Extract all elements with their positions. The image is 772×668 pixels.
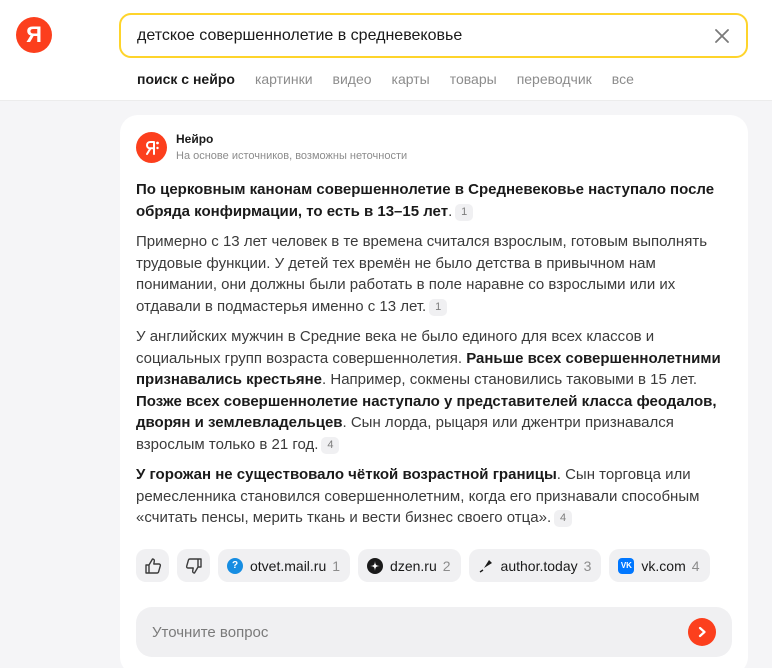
answer-paragraph-3: У английских мужчин в Средние века не бы… — [136, 328, 721, 454]
answer-text: По церковным канонам совершеннолетие в С… — [136, 179, 736, 538]
neuro-logo-icon — [136, 132, 167, 163]
vk-icon: VK — [618, 557, 635, 574]
neuro-subtitle: На основе источников, возможны неточност… — [176, 150, 408, 162]
pen-icon — [478, 558, 494, 574]
citation-ref[interactable]: 4 — [554, 510, 573, 527]
answer-paragraph-1: По церковным канонам совершеннолетие в С… — [136, 181, 715, 221]
source-chip-vk[interactable]: VK vk.com 4 — [609, 549, 710, 582]
source-chip-dzen[interactable]: dzen.ru 2 — [358, 549, 461, 582]
tab-neuro[interactable]: поиск с нейро — [137, 71, 235, 87]
mail-ru-icon: ? — [227, 557, 243, 574]
thumbs-down-icon — [185, 557, 202, 574]
like-button[interactable] — [136, 549, 169, 582]
search-input[interactable] — [137, 26, 710, 45]
followup-input[interactable] — [152, 623, 688, 641]
tab-video[interactable]: видео — [333, 71, 372, 87]
source-chip-otvet-mail[interactable]: ? otvet.mail.ru 1 — [218, 549, 351, 582]
sources-fade — [728, 545, 748, 585]
dzen-icon — [367, 557, 384, 574]
thumbs-up-icon — [144, 557, 161, 574]
answer-paragraph-4: У горожан не существовало чёткой возраст… — [136, 466, 700, 527]
search-tabs: поиск с нейро картинки видео карты товар… — [137, 71, 654, 87]
tab-maps[interactable]: карты — [392, 71, 430, 87]
sources-row: ? otvet.mail.ru 1 dzen.ru 2 author.today 3 … — [136, 549, 710, 582]
answer-paragraph-2: Примерно с 13 лет человек в те времена с… — [136, 233, 708, 316]
search-box — [119, 13, 748, 58]
tab-translator[interactable]: переводчик — [517, 71, 592, 87]
citation-ref[interactable]: 4 — [321, 436, 340, 454]
tab-all[interactable]: все — [612, 71, 634, 87]
clear-icon[interactable] — [710, 24, 734, 48]
tab-products[interactable]: товары — [450, 71, 497, 87]
source-chip-author-today[interactable]: author.today 3 — [468, 549, 602, 582]
tab-images[interactable]: картинки — [255, 71, 313, 87]
yandex-logo[interactable]: Я — [16, 17, 52, 53]
chevron-right-icon — [698, 626, 706, 638]
followup-box — [136, 607, 732, 657]
send-button[interactable] — [688, 618, 716, 646]
neuro-title: Нейро — [176, 132, 214, 146]
dislike-button[interactable] — [177, 549, 210, 582]
citation-ref[interactable]: 1 — [429, 298, 448, 316]
neuro-answer-card: Нейро На основе источников, возможны нет… — [120, 115, 748, 668]
citation-ref[interactable]: 1 — [455, 203, 474, 221]
